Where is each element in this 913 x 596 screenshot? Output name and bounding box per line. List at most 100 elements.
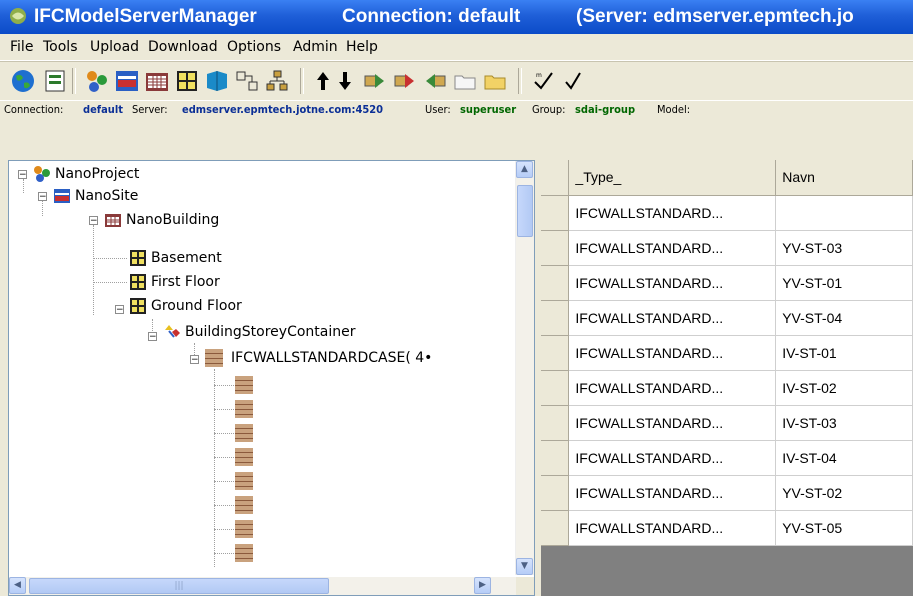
building-icon[interactable] <box>144 68 170 94</box>
table-row[interactable]: IFCWALLSTANDARD... YV-ST-02 <box>541 475 913 511</box>
type-cell[interactable]: IFCWALLSTANDARD... <box>568 370 777 406</box>
row-header[interactable] <box>541 440 570 476</box>
wall-icon[interactable] <box>235 448 253 466</box>
row-header[interactable] <box>541 510 570 546</box>
navn-cell[interactable] <box>775 195 913 231</box>
type-cell[interactable]: IFCWALLSTANDARD... <box>568 265 777 301</box>
row-header[interactable] <box>541 370 570 406</box>
collapse-toggle[interactable]: − <box>18 170 27 180</box>
wall-icon[interactable] <box>235 544 253 562</box>
navn-cell[interactable]: YV-ST-04 <box>775 300 913 336</box>
row-header[interactable] <box>541 405 570 441</box>
navn-cell[interactable]: YV-ST-02 <box>775 475 913 511</box>
collapse-toggle[interactable]: − <box>148 332 157 342</box>
menu-upload[interactable]: Upload <box>90 39 139 55</box>
row-header[interactable] <box>541 230 570 266</box>
type-cell[interactable]: IFCWALLSTANDARD... <box>568 510 777 546</box>
wall-icon[interactable] <box>235 496 253 514</box>
row-header[interactable] <box>541 300 570 336</box>
column-header-navn[interactable]: Navn <box>775 160 913 196</box>
scroll-left-icon[interactable]: ◀ <box>9 577 26 594</box>
check-icon[interactable]: m <box>530 68 556 94</box>
row-header[interactable] <box>541 265 570 301</box>
navn-cell[interactable]: YV-ST-03 <box>775 230 913 266</box>
column-header-type[interactable]: _Type_ <box>568 160 777 196</box>
type-cell[interactable]: IFCWALLSTANDARD... <box>568 335 777 371</box>
storey-icon[interactable] <box>174 68 200 94</box>
table-row[interactable]: IFCWALLSTANDARD... <box>541 195 913 231</box>
check-small-icon[interactable] <box>560 68 586 94</box>
menu-help[interactable]: Help <box>346 39 378 55</box>
row-header[interactable] <box>541 335 570 371</box>
arrow-down-icon[interactable] <box>332 68 358 94</box>
navn-cell[interactable]: IV-ST-03 <box>775 405 913 441</box>
type-cell[interactable]: IFCWALLSTANDARD... <box>568 440 777 476</box>
tree-connector <box>214 481 234 482</box>
table-row[interactable]: IFCWALLSTANDARD... YV-ST-01 <box>541 265 913 301</box>
wall-icon[interactable] <box>235 424 253 442</box>
site-icon[interactable] <box>114 68 140 94</box>
svg-text:m: m <box>536 72 542 79</box>
scroll-thumb[interactable] <box>517 185 533 237</box>
navn-cell[interactable]: YV-ST-05 <box>775 510 913 546</box>
navn-cell[interactable]: YV-ST-01 <box>775 265 913 301</box>
pane-header-strip <box>8 118 913 164</box>
collapse-toggle[interactable]: − <box>190 355 199 365</box>
globe-icon[interactable] <box>10 68 36 94</box>
folder-empty-icon[interactable] <box>452 68 478 94</box>
type-cell[interactable]: IFCWALLSTANDARD... <box>568 230 777 266</box>
table-row[interactable]: IFCWALLSTANDARD... IV-ST-04 <box>541 440 913 476</box>
project-icon <box>34 166 50 182</box>
relation-icon[interactable] <box>234 68 260 94</box>
menu-tools[interactable]: Tools <box>43 39 78 55</box>
scroll-up-icon[interactable]: ▲ <box>516 161 533 178</box>
model-label: Model: <box>657 103 691 116</box>
grid-header-row: _Type_ Navn <box>541 160 913 196</box>
element-icon[interactable] <box>204 68 230 94</box>
wall-icon[interactable] <box>235 400 253 418</box>
project-icon[interactable] <box>84 68 110 94</box>
navn-cell[interactable]: IV-ST-01 <box>775 335 913 371</box>
table-row[interactable]: IFCWALLSTANDARD... YV-ST-03 <box>541 230 913 266</box>
tree-connector <box>214 385 234 386</box>
collapse-toggle[interactable]: − <box>115 305 124 315</box>
row-header[interactable] <box>541 195 570 231</box>
row-header[interactable] <box>541 475 570 511</box>
type-cell[interactable]: IFCWALLSTANDARD... <box>568 475 777 511</box>
tree-node-label: Basement <box>151 250 222 266</box>
connection-label: Connection: <box>4 103 64 116</box>
hierarchy-icon[interactable] <box>264 68 290 94</box>
scroll-right-icon[interactable]: ▶ <box>474 577 491 594</box>
wall-icon[interactable] <box>235 472 253 490</box>
type-cell[interactable]: IFCWALLSTANDARD... <box>568 405 777 441</box>
storey-icon <box>130 298 146 314</box>
tree-horizontal-scrollbar[interactable]: ◀ ||| ▶ <box>9 577 517 595</box>
table-row[interactable]: IFCWALLSTANDARD... IV-ST-02 <box>541 370 913 406</box>
forward-icon[interactable] <box>362 68 388 94</box>
navn-cell[interactable]: IV-ST-02 <box>775 370 913 406</box>
scroll-thumb[interactable]: ||| <box>29 578 329 594</box>
toolbar-separator <box>72 68 76 94</box>
type-cell[interactable]: IFCWALLSTANDARD... <box>568 300 777 336</box>
wall-icon[interactable] <box>235 376 253 394</box>
table-row[interactable]: IFCWALLSTANDARD... YV-ST-04 <box>541 300 913 336</box>
wall-icon[interactable] <box>235 520 253 538</box>
back-icon[interactable] <box>422 68 448 94</box>
open-model-icon[interactable] <box>42 68 68 94</box>
folder-icon[interactable] <box>482 68 508 94</box>
collapse-toggle[interactable]: − <box>38 192 47 202</box>
scroll-down-icon[interactable]: ▼ <box>516 558 533 575</box>
table-row[interactable]: IFCWALLSTANDARD... YV-ST-05 <box>541 510 913 546</box>
tree-vertical-scrollbar[interactable]: ▲ ▼ <box>515 161 534 575</box>
navn-cell[interactable]: IV-ST-04 <box>775 440 913 476</box>
table-row[interactable]: IFCWALLSTANDARD... IV-ST-03 <box>541 405 913 441</box>
tree-connector <box>214 529 234 530</box>
collapse-toggle[interactable]: − <box>89 216 98 226</box>
menu-options[interactable]: Options <box>227 39 281 55</box>
menu-download[interactable]: Download <box>148 39 218 55</box>
menu-admin[interactable]: Admin <box>293 39 338 55</box>
type-cell[interactable]: IFCWALLSTANDARD... <box>568 195 777 231</box>
forward-add-icon[interactable] <box>392 68 418 94</box>
table-row[interactable]: IFCWALLSTANDARD... IV-ST-01 <box>541 335 913 371</box>
menu-file[interactable]: File <box>10 39 33 55</box>
